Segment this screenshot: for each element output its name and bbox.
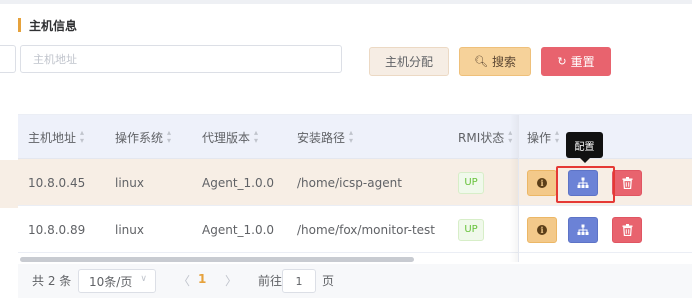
sort-icon[interactable]: ▴▾ — [254, 129, 258, 145]
prev-page-button[interactable]: 〈 — [178, 272, 190, 289]
column-header-actions[interactable]: 操作 ▴ ▾ — [527, 115, 559, 159]
chevron-down-icon: ∨ — [140, 274, 147, 284]
column-label: 操作 — [527, 130, 552, 145]
fixed-column-shadow — [510, 115, 518, 262]
cell-os: linux — [115, 175, 144, 190]
status-badge: UP — [458, 218, 484, 241]
column-header-path[interactable]: 安装路径 ▴ ▾ — [297, 115, 353, 159]
search-label: 搜索 — [491, 55, 516, 69]
assign-host-button[interactable]: 主机分配 — [369, 47, 449, 76]
scrollbar-thumb[interactable] — [20, 257, 414, 262]
refresh-icon: ↻ — [557, 55, 567, 68]
sort-icon[interactable]: ▴▾ — [349, 129, 353, 145]
jump-label: 前往 — [258, 274, 283, 288]
cell-os: linux — [115, 222, 144, 237]
column-label: 操作系统 — [115, 130, 164, 145]
column-label: 代理版本 — [202, 130, 251, 145]
top-strip — [0, 0, 692, 4]
page-jump-input[interactable] — [282, 269, 316, 293]
column-header-address[interactable]: 主机地址 ▴ ▾ — [28, 115, 84, 159]
reset-label: 重置 — [570, 55, 595, 69]
cell-rmi: UP — [458, 159, 484, 206]
sort-icon[interactable]: ▴▾ — [555, 129, 559, 145]
table-row[interactable]: 10.8.0.89 linux Agent_1.0.0 /home/fox/mo… — [18, 206, 692, 253]
column-header-agent[interactable]: 代理版本 ▴ ▾ — [202, 115, 258, 159]
page-size-value: 10条/页 — [89, 274, 133, 289]
host-address-input[interactable] — [20, 45, 342, 73]
column-header-rmi[interactable]: RMI状态▴▾ — [458, 115, 512, 159]
page-size-select[interactable]: 10条/页 ∨ — [78, 269, 156, 293]
config-button[interactable] — [568, 217, 598, 243]
column-label: 安装路径 — [297, 130, 346, 145]
highlight-box — [556, 166, 615, 203]
cell-agent: Agent_1.0.0 — [202, 175, 275, 190]
cell-rmi: UP — [458, 206, 484, 253]
info-icon: i — [537, 225, 547, 235]
column-label: 主机地址 — [28, 130, 77, 145]
status-badge: UP — [458, 171, 484, 194]
partial-input[interactable] — [0, 45, 16, 73]
pagination: 共 2 条 10条/页 ∨ 〈 1 〉 前往 页 — [18, 264, 692, 298]
column-header-os[interactable]: 操作系统 ▴ ▾ — [115, 115, 171, 159]
section-title: 主机信息 — [29, 18, 78, 33]
search-icon: 🔍︎ — [474, 55, 488, 68]
delete-button[interactable] — [612, 170, 642, 196]
jump-suffix: 页 — [322, 274, 335, 288]
left-edge-row-highlight — [0, 160, 18, 208]
trash-icon — [622, 224, 632, 236]
info-button[interactable]: i — [527, 170, 557, 196]
info-button[interactable]: i — [527, 217, 557, 243]
trash-icon — [622, 177, 632, 189]
cell-address: 10.8.0.89 — [28, 222, 86, 237]
cell-path: /home/icsp-agent — [297, 175, 402, 190]
sort-icon[interactable]: ▴▾ — [80, 129, 84, 145]
config-tooltip: 配置 — [566, 132, 603, 163]
cell-path: /home/fox/monitor-test — [297, 222, 436, 237]
assign-host-label: 主机分配 — [384, 55, 433, 69]
reset-button[interactable]: ↻ 重置 — [541, 47, 611, 76]
cell-address: 10.8.0.45 — [28, 175, 86, 190]
cell-agent: Agent_1.0.0 — [202, 222, 275, 237]
column-label: RMI状态 — [458, 130, 505, 145]
sort-icon[interactable]: ▴▾ — [167, 129, 171, 145]
section-header: 主机信息 — [18, 17, 77, 33]
info-icon: i — [537, 178, 547, 188]
fixed-column-divider — [518, 115, 519, 262]
section-accent-bar — [18, 18, 21, 32]
page-number-current[interactable]: 1 — [198, 272, 206, 286]
total-count: 共 2 条 — [32, 274, 72, 288]
search-button[interactable]: 🔍︎ 搜索 — [459, 47, 531, 76]
sitemap-icon — [577, 224, 589, 235]
next-page-button[interactable]: 〉 — [225, 272, 237, 289]
delete-button[interactable] — [612, 217, 642, 243]
